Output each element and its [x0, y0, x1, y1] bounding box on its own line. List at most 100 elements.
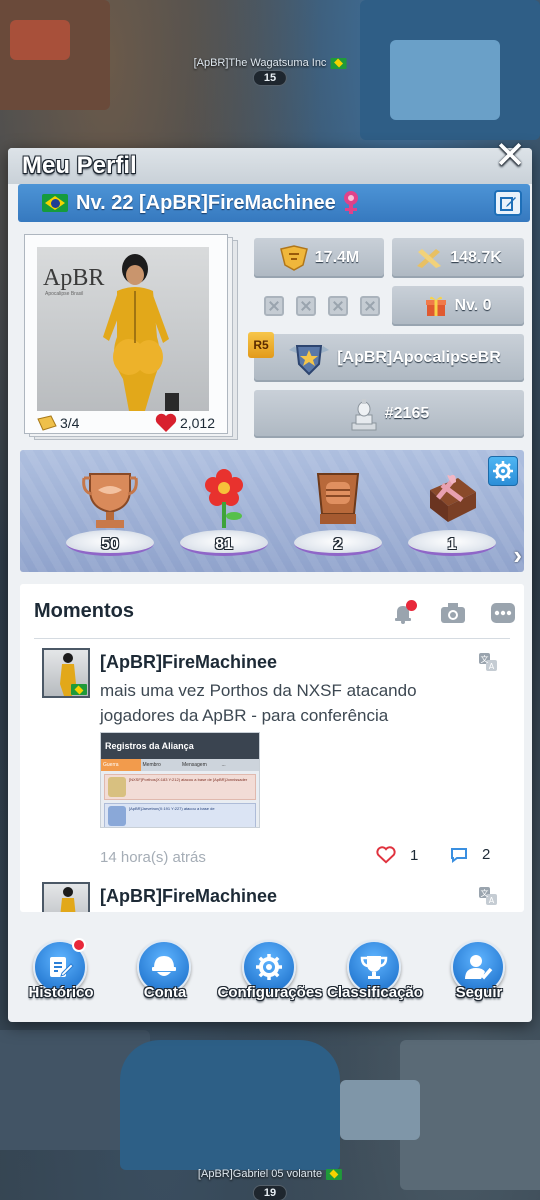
post-timestamp: 14 hora(s) atrás [100, 849, 206, 866]
moments-title: Momentos [34, 600, 134, 622]
avatar [60, 887, 76, 912]
more-dots-icon [491, 603, 515, 623]
badge-slots [264, 296, 380, 316]
profile-panel: Meu Perfil ✕ Nv. 22 [ApBR]FireMachinee A… [8, 137, 534, 1022]
server-rank-stat[interactable]: #2165 [254, 390, 524, 438]
svg-text:A: A [489, 896, 495, 905]
gift-icon [426, 296, 447, 316]
trophy-slot-fist[interactable]: 2 [292, 468, 384, 564]
moments-divider [34, 638, 510, 639]
more-options-button[interactable] [488, 598, 518, 628]
skins-stat[interactable]: 3/4 [37, 413, 79, 433]
bottom-player-nameplate[interactable]: [ApBR]Gabriel 05 volante [197, 1168, 343, 1180]
thumbnail-tab: Membro [142, 762, 161, 768]
post-comment-count: 2 [482, 846, 491, 863]
thumbnail-tab: Mensagem [182, 762, 207, 768]
translate-icon[interactable]: 文A [478, 652, 498, 672]
power-value: 17.4M [314, 249, 360, 266]
gift-level-value: Nv. 0 [454, 297, 492, 314]
thumbnail-title: Registros da Aliança [101, 733, 259, 759]
alliance-name: [ApBR]ApocalipseBR [337, 349, 501, 366]
translate-icon[interactable]: 文A [478, 886, 498, 906]
crossed-guns-icon [417, 249, 442, 268]
fist-trophy-icon [316, 473, 360, 524]
edit-profile-button[interactable] [494, 190, 522, 216]
heart-icon [155, 413, 177, 432]
brazil-flag-icon [42, 194, 68, 212]
svg-text:文: 文 [481, 654, 489, 664]
bottom-player-name: [ApBR]Gabriel 05 volante [197, 1168, 323, 1180]
monument-icon [351, 399, 377, 431]
trophy-count: 50 [101, 536, 119, 553]
empty-badge-slot[interactable] [328, 296, 348, 316]
trophy-slot-flower[interactable]: 81 [178, 468, 270, 564]
thumbnail-log-text: [NXSF]Porthos(X:183 Y:212) atacou a base… [129, 777, 248, 782]
female-icon [342, 191, 360, 215]
settings-button[interactable]: Configurações [215, 936, 325, 1006]
heart-outline-icon [376, 846, 396, 864]
thumbnail-tab: ... [221, 762, 226, 768]
post-image-thumbnail[interactable]: Registros da Aliança Guerra Membro Mensa… [100, 732, 260, 828]
power-stat[interactable]: 17.4M [254, 238, 384, 278]
post-like-button[interactable]: 1 [376, 846, 418, 864]
empty-badge-slot[interactable] [264, 296, 284, 316]
thumbnail-tabs: Guerra Membro Mensagem ... [101, 759, 259, 771]
avatar-portrait: ApBR Apocalipse Brasil [37, 247, 209, 411]
camera-icon [441, 603, 465, 623]
panel-title: Meu Perfil [22, 152, 137, 179]
brazil-flag-icon [71, 684, 87, 695]
trophy-count: 81 [215, 536, 233, 553]
post-text: mais uma vez Porthos da NXSF atacando jo… [100, 681, 417, 725]
post-like-count: 1 [410, 846, 419, 864]
character-figure [103, 254, 179, 411]
handshake-trophy-icon [82, 473, 138, 528]
player-name-bar: Nv. 22 [ApBR]FireMachinee [18, 184, 530, 222]
power-badge-icon [279, 245, 308, 271]
chevron-right-icon[interactable]: › [513, 540, 522, 571]
portrait-card[interactable]: ApBR Apocalipse Brasil 3/4 2,012 [24, 234, 228, 434]
svg-text:文: 文 [481, 888, 489, 898]
trophy-slot-gift-box[interactable]: 1 [406, 468, 498, 564]
notification-bell-button[interactable] [388, 598, 418, 628]
svg-text:A: A [489, 662, 495, 671]
notification-dot [72, 938, 86, 952]
trophy-count: 1 [447, 536, 457, 553]
thumbnail-log-text: [ApBR]Jarvetron(X:191 Y:227) atacou a ba… [129, 806, 215, 811]
gift-level-stat[interactable]: Nv. 0 [392, 286, 524, 326]
post-author-name[interactable]: [ApBR]FireMachinee [100, 886, 277, 907]
top-player-nameplate[interactable]: [ApBR]The Wagatsuma Inc [194, 57, 347, 69]
post-author-name[interactable]: [ApBR]FireMachinee [100, 652, 277, 673]
bottom-player-level: 19 [252, 1185, 288, 1200]
trophy-slot-handshake[interactable]: 50 [64, 468, 156, 564]
follow-button[interactable]: Seguir [424, 936, 534, 1006]
brazil-flag-icon [326, 1168, 343, 1180]
edit-icon [500, 197, 516, 211]
moments-section: Momentos [ApBR]FireMachinee 文A mais uma … [20, 584, 524, 912]
post-comment-button[interactable]: 2 [450, 846, 490, 863]
comment-bubble-icon [451, 847, 467, 863]
alliance-stat[interactable]: [ApBR]ApocalipseBR [254, 334, 524, 382]
post-author-avatar[interactable] [42, 882, 90, 912]
brazil-flag-icon [330, 57, 347, 69]
top-player-level: 15 [252, 70, 288, 86]
nav-label: Seguir [455, 984, 503, 1001]
likes-count: 2,012 [179, 415, 215, 431]
empty-badge-slot[interactable] [296, 296, 316, 316]
empty-badge-slot[interactable] [360, 296, 380, 316]
trophy-count: 2 [333, 536, 343, 553]
close-button[interactable]: ✕ [492, 135, 528, 177]
thumbnail-log-row: [NXSF]Porthos(X:183 Y:212) atacou a base… [104, 774, 256, 800]
server-rank-value: #2165 [384, 405, 430, 422]
top-player-name: [ApBR]The Wagatsuma Inc [193, 57, 327, 69]
post-author-avatar[interactable] [42, 648, 90, 698]
portrait-card-stack[interactable]: ApBR Apocalipse Brasil 3/4 2,012 [24, 234, 240, 442]
trophy-showcase: 50 81 2 1 › [20, 450, 524, 572]
likes-stat[interactable]: 2,012 [155, 413, 215, 433]
close-icon: ✕ [494, 135, 526, 177]
player-level-name: Nv. 22 [ApBR]FireMachinee [76, 191, 336, 214]
camera-button[interactable] [438, 598, 468, 628]
skin-ticket-icon [37, 415, 57, 431]
kills-stat[interactable]: 148.7K [392, 238, 524, 278]
account-button[interactable]: Conta [110, 936, 220, 1006]
portrait-stats: 3/4 2,012 [37, 413, 215, 433]
